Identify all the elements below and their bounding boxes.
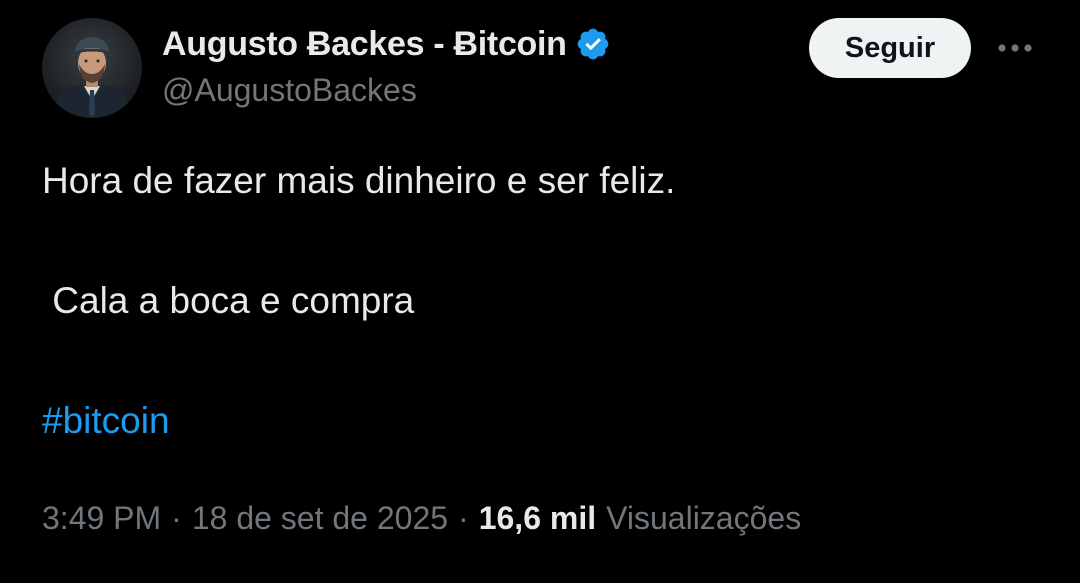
tweet-time[interactable]: 3:49 PM bbox=[42, 500, 161, 537]
tweet-metadata: 3:49 PM · 18 de set de 2025 · 16,6 mil V… bbox=[42, 500, 801, 537]
author-display-name[interactable]: Augusto Ƀackes - Ƀitcoin bbox=[162, 25, 567, 64]
hashtag-link[interactable]: #bitcoin bbox=[42, 400, 170, 442]
profile-photo bbox=[42, 18, 142, 118]
author-name-row[interactable]: Augusto Ƀackes - Ƀitcoin bbox=[162, 22, 611, 66]
more-horizontal-icon bbox=[998, 44, 1032, 52]
tweet-text-line-1: Hora de fazer mais dinheiro e ser feliz. bbox=[42, 160, 676, 201]
meta-separator: · bbox=[458, 500, 469, 536]
author-handle[interactable]: @AugustoBackes bbox=[162, 72, 417, 109]
more-options-button[interactable] bbox=[995, 30, 1035, 66]
meta-separator: · bbox=[171, 500, 182, 536]
avatar[interactable] bbox=[42, 18, 142, 118]
views-count[interactable]: 16,6 mil bbox=[479, 500, 596, 537]
views-label[interactable]: Visualizações bbox=[606, 500, 801, 537]
tweet-date[interactable]: 18 de set de 2025 bbox=[192, 500, 448, 537]
tweet-text-line-2: Cala a boca e compra bbox=[42, 280, 415, 321]
follow-button[interactable]: Seguir bbox=[809, 18, 971, 78]
verified-badge-icon[interactable] bbox=[575, 26, 611, 62]
